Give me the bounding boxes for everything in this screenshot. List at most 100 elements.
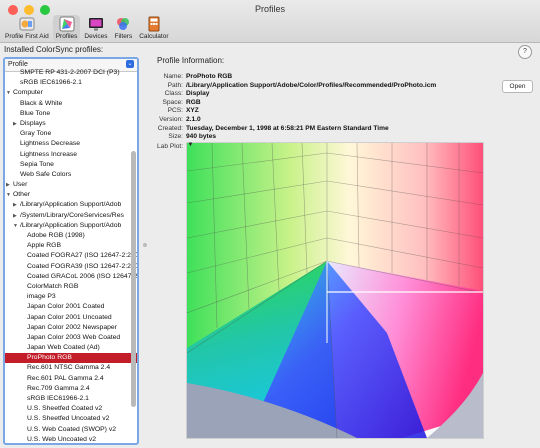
info-key: Created: [157,124,183,132]
list-item[interactable]: Japan Color 2001 Uncoated [5,313,137,323]
list-item-label: image P3 [27,293,56,301]
info-value: 940 bytes [186,133,217,141]
list-item-label: /System/Library/CoreServices/Res [20,211,124,219]
devices-icon [88,18,103,31]
disclosure-open-icon[interactable]: ▼ [13,221,20,231]
list-item[interactable]: U.S. Web Coated (SWOP) v2 [5,425,137,435]
list-item[interactable]: sRGB IEC61966-2.1 [5,394,137,404]
list-item-label: Lightness Increase [20,150,78,158]
lab-plot[interactable] [186,142,484,439]
disclosure-closed-icon[interactable]: ▶ [13,119,20,129]
list-item[interactable]: ▶ Displays [5,119,137,129]
list-item-label: Rec.601 PAL Gamma 2.4 [27,374,104,382]
list-item[interactable]: ProPhoto RGB [5,353,137,364]
list-item-label: U.S. Web Coated (SWOP) v2 [27,425,117,433]
list-item[interactable]: Black & White [5,99,137,109]
info-value: Display [186,90,210,98]
list-item-label: sRGB IEC61966-2.1 [27,395,89,402]
list-item[interactable]: Japan Color 2003 Web Coated [5,333,137,343]
list-item[interactable]: Coated FOGRA39 (ISO 12647-2:2004) [5,262,137,272]
list-item-label: Coated FOGRA27 (ISO 12647-2:2004) [27,252,137,260]
lab-plot-label: Lab Plot: [157,143,184,150]
profile-list[interactable]: Profile ⌄ SMPTE RP 431-2-2007 DCI (P3) sR… [3,57,139,445]
disclosure-open-icon[interactable]: ▼ [6,190,13,200]
list-item[interactable]: Lightness Increase [5,150,137,160]
list-item[interactable]: U.S. Sheetfed Coated v2 [5,404,137,414]
list-item-label: sRGB IEC61966-2.1 [20,79,82,87]
toolbar-profile-first-aid-button[interactable]: Profile First Aid [2,15,52,41]
split-handle[interactable] [143,243,147,247]
toolbar-calculator-button[interactable]: Calculator [136,15,171,41]
list-item[interactable]: Japan Web Coated (Ad) [5,343,137,353]
window-title: Profiles [254,4,285,14]
list-item-label: ColorMatch RGB [27,282,79,290]
list-item-label: Japan Color 2003 Web Coated [27,333,121,341]
list-item[interactable]: ▼ Computer [5,88,137,98]
list-item-label: User [13,181,28,189]
list-item[interactable]: ▶ User [5,180,137,190]
list-item-label: Black & White [20,99,63,107]
list-item-label: Computer [13,89,43,97]
info-row: Space: RGB [157,99,436,108]
disclosure-closed-icon[interactable]: ▶ [13,211,20,221]
list-item[interactable]: ▶/System/Library/CoreServices/Res [5,211,137,221]
plot-menu-triangle-icon[interactable]: ▼ [186,142,195,150]
list-item[interactable]: Gray Tone [5,129,137,139]
info-key: Path: [167,81,183,89]
toolbar-devices-button[interactable]: Devices [81,15,110,41]
list-item[interactable]: sRGB IEC61966-2.1 [5,78,137,88]
list-item-label: Sepia Tone [20,160,54,168]
list-item-label: Other [13,191,30,199]
list-item[interactable]: Sepia Tone [5,160,137,170]
toolbar-filters-button[interactable]: Filters [112,15,136,41]
list-item[interactable]: Rec.709 Gamma 2.4 [5,384,137,394]
list-item-label: Japan Color 2001 Uncoated [27,313,112,321]
list-item[interactable]: Japan Color 2001 Coated [5,302,137,312]
profile-info-table: Name: ProPhoto RGB Path:/Library/Applicati… [157,73,437,142]
info-value: /Library/Application Support/Adobe/Color… [186,81,437,89]
list-item-label: Coated FOGRA39 (ISO 12647-2:2004) [27,262,137,270]
list-item[interactable]: Blue Tone [5,109,137,119]
list-item-label: Coated GRACoL 2006 (ISO 12647-2:2004) [27,272,137,280]
list-item[interactable]: Web Safe Colors [5,170,137,180]
list-item-label: Japan Color 2001 Coated [27,303,105,311]
list-item[interactable]: Apple RGB [5,241,137,251]
list-item-label: Japan Color 2002 Newspaper [27,323,117,331]
disclosure-open-icon[interactable]: ▼ [6,88,13,98]
profiles-icon [59,16,75,32]
list-item[interactable]: Coated GRACoL 2006 (ISO 12647-2:2004) [5,272,137,282]
list-item[interactable]: SMPTE RP 431-2-2007 DCI (P3) [5,68,137,78]
list-item-label: ProPhoto RGB [27,354,72,362]
info-value: ProPhoto RGB [186,73,233,80]
list-scrollbar[interactable] [131,151,136,407]
info-key: Space: [162,98,183,106]
list-item[interactable]: ▶/Library/Application Support/Adob [5,200,137,210]
chevron-down-icon[interactable]: ⌄ [126,60,134,68]
toolbar-label: Calculator [139,33,169,40]
list-item[interactable]: Coated FOGRA27 (ISO 12647-2:2004) [5,251,137,261]
list-item[interactable]: U.S. Sheetfed Uncoated v2 [5,414,137,424]
title-bar: Profiles Profile First Aid Profiles Device… [0,0,540,43]
list-item[interactable]: Lightness Decrease [5,139,137,149]
open-button[interactable]: Open [502,80,533,93]
list-item[interactable]: Rec.601 NTSC Gamma 2.4 [5,363,137,373]
list-item[interactable]: Rec.601 PAL Gamma 2.4 [5,374,137,384]
info-value: Tuesday, December 1, 1998 at 6:58:21 PM … [186,124,389,132]
info-row: Path:/Library/Application Support/Adobe/… [157,81,437,91]
disclosure-closed-icon[interactable]: ▶ [13,200,20,210]
disclosure-closed-icon[interactable]: ▶ [6,180,13,190]
list-item[interactable]: ▼ Other [5,190,137,200]
list-item[interactable]: image P3 [5,292,137,302]
list-item[interactable]: ColorMatch RGB [5,282,137,292]
list-item[interactable]: Japan Color 2002 Newspaper [5,323,137,333]
list-item[interactable]: Adobe RGB (1998) [5,231,137,241]
list-item[interactable]: ▼/Library/Application Support/Adob [5,221,137,231]
list-item-label: Japan Web Coated (Ad) [27,344,100,352]
help-button[interactable]: ? [518,45,532,59]
toolbar-profiles-button[interactable]: Profiles [52,15,81,41]
info-key: Name: [163,73,183,80]
list-item[interactable]: U.S. Web Uncoated v2 [5,435,137,443]
list-item-label: U.S. Web Uncoated v2 [27,435,97,443]
info-row: PCS: XYZ [157,107,436,116]
info-value: RGB [186,98,201,106]
